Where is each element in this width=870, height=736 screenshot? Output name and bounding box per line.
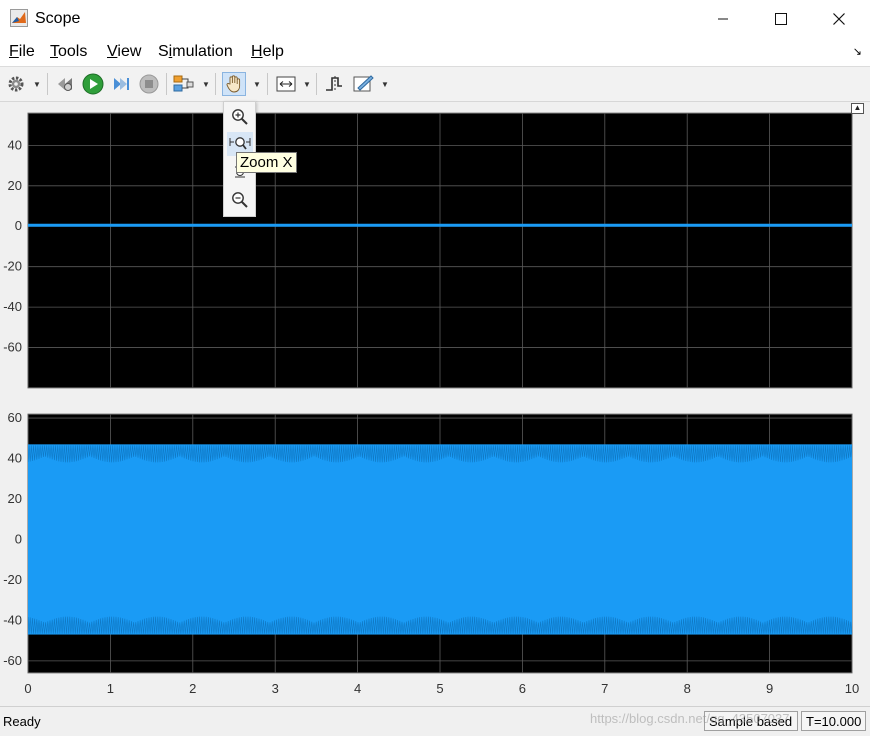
x-tick-label: 0 (24, 681, 31, 696)
y-tick-label: -40 (3, 612, 22, 627)
triggers-button[interactable] (322, 72, 346, 96)
measurements-dropdown-arrow-icon[interactable]: ▼ (381, 80, 389, 89)
step-back-icon (58, 78, 72, 91)
y-tick-label: 20 (8, 178, 22, 193)
watermark: https://blog.csdn.net/qq_43507037 (590, 711, 790, 726)
menu-simulation-prefix: S (158, 43, 169, 60)
menu-simulation[interactable]: Simulation (158, 43, 233, 61)
step-forward-icon (114, 78, 129, 90)
scope-panel-1: 40 20 0 -20 -40 -60 (3, 112, 853, 389)
minimize-button[interactable] (694, 0, 752, 38)
y-tick-label: -40 (3, 299, 22, 314)
settings-button[interactable] (4, 72, 28, 96)
pan-hand-icon (226, 75, 241, 93)
signal-envelope (28, 444, 852, 635)
y-tick-label: -60 (3, 653, 22, 668)
x-tick-label: 7 (601, 681, 608, 696)
y-tick-label: -60 (3, 340, 22, 355)
x-tick-label: 6 (519, 681, 526, 696)
x-tick-label: 8 (684, 681, 691, 696)
menu-help[interactable]: Help (251, 43, 284, 61)
menu-view[interactable]: View (107, 43, 141, 61)
triggers-icon (326, 76, 342, 92)
x-tick-label: 9 (766, 681, 773, 696)
close-icon (833, 13, 845, 25)
title-bar: Scope (0, 0, 870, 38)
zoom-dropdown-arrow-icon[interactable]: ▼ (253, 80, 261, 89)
scope-display: 40 20 0 -20 -40 -60 60 40 20 0 -20 -40 -60 0 1 2 3 4 5 6 7 8 9… (0, 103, 870, 703)
x-tick-label: 10 (845, 681, 859, 696)
zoom-in-menu-item[interactable] (227, 105, 253, 129)
zoom-x-icon (229, 137, 251, 150)
y-tick-label: 40 (8, 451, 22, 466)
maximize-icon (775, 13, 787, 25)
x-tick-label: 2 (189, 681, 196, 696)
simulation-time-status: T=10.000 (801, 711, 866, 731)
menu-tools-label: ools (58, 43, 88, 60)
menu-simulation-label: mulation (172, 43, 233, 60)
menu-bar: File Tools View Simulation Help ↘ (0, 38, 870, 67)
y-tick-label: 0 (15, 218, 22, 233)
pan-button[interactable] (222, 72, 246, 96)
y-tick-label: 60 (8, 410, 22, 425)
measurements-button[interactable] (352, 72, 376, 96)
run-button[interactable] (81, 72, 105, 96)
menu-file-label: ile (18, 43, 35, 60)
status-text: Ready (3, 714, 41, 729)
minimize-icon (718, 18, 728, 20)
undock-button[interactable]: ▲ (851, 103, 864, 114)
y-tick-label: -20 (3, 259, 22, 274)
close-button[interactable] (810, 0, 868, 38)
toolbar: ▼ ▼ ▼ ▼ ▼ (0, 67, 870, 102)
menu-file[interactable]: File (9, 43, 35, 61)
x-tick-label: 1 (107, 681, 114, 696)
menu-file-mnemonic: F (9, 43, 19, 60)
run-icon (82, 73, 104, 95)
menu-view-mnemonic: V (107, 43, 118, 60)
settings-gear-icon (8, 76, 24, 92)
menu-view-label: iew (117, 43, 142, 60)
scale-axes-button[interactable] (274, 72, 298, 96)
menu-tools-mnemonic: T (50, 43, 58, 60)
scale-axes-dropdown-arrow-icon[interactable]: ▼ (303, 80, 311, 89)
toolbar-separator (215, 73, 216, 95)
y-tick-label: 20 (8, 491, 22, 506)
matlab-logo-icon (10, 9, 28, 27)
undock-arrow-icon: ▲ (853, 103, 862, 112)
toolbar-separator (47, 73, 48, 95)
y-tick-label: 0 (15, 531, 22, 546)
measurements-icon (353, 75, 374, 92)
simulation-mode-icon (173, 75, 194, 92)
window-title: Scope (35, 10, 81, 27)
step-back-button[interactable] (53, 72, 77, 96)
settings-dropdown-arrow-icon[interactable]: ▼ (33, 80, 41, 89)
menu-tools[interactable]: Tools (50, 43, 87, 61)
y-tick-label: -20 (3, 572, 22, 587)
step-forward-button[interactable] (109, 72, 133, 96)
menu-help-label: elp (262, 43, 284, 60)
scope-plots[interactable]: 40200-20-40-606040200-20-40-600 1 2 3 4 5 6 7 8 9… (0, 103, 870, 703)
scale-axes-icon (276, 76, 296, 92)
stop-icon (139, 74, 159, 94)
zoom-out-icon (232, 192, 248, 208)
scope-panel-2: 60 40 20 0 -20 -40 -60 (3, 410, 853, 674)
x-tick-label: 4 (354, 681, 361, 696)
menu-help-mnemonic: H (251, 43, 263, 60)
x-tick-label: 5 (436, 681, 443, 696)
zoom-x-tooltip: Zoom X (236, 152, 297, 173)
zoom-out-menu-item[interactable] (227, 188, 253, 212)
toolbar-separator (316, 73, 317, 95)
x-tick-label: 3 (272, 681, 279, 696)
simulation-mode-dropdown-arrow-icon[interactable]: ▼ (202, 80, 210, 89)
y-tick-label: 40 (8, 137, 22, 152)
stop-button[interactable] (137, 72, 161, 96)
simulation-mode-button[interactable] (172, 72, 196, 96)
zoom-in-icon (232, 109, 248, 125)
toolbar-separator (166, 73, 167, 95)
maximize-button[interactable] (752, 0, 810, 38)
toolbar-separator (267, 73, 268, 95)
menu-overflow-arrow-icon[interactable]: ↘ (853, 45, 862, 58)
